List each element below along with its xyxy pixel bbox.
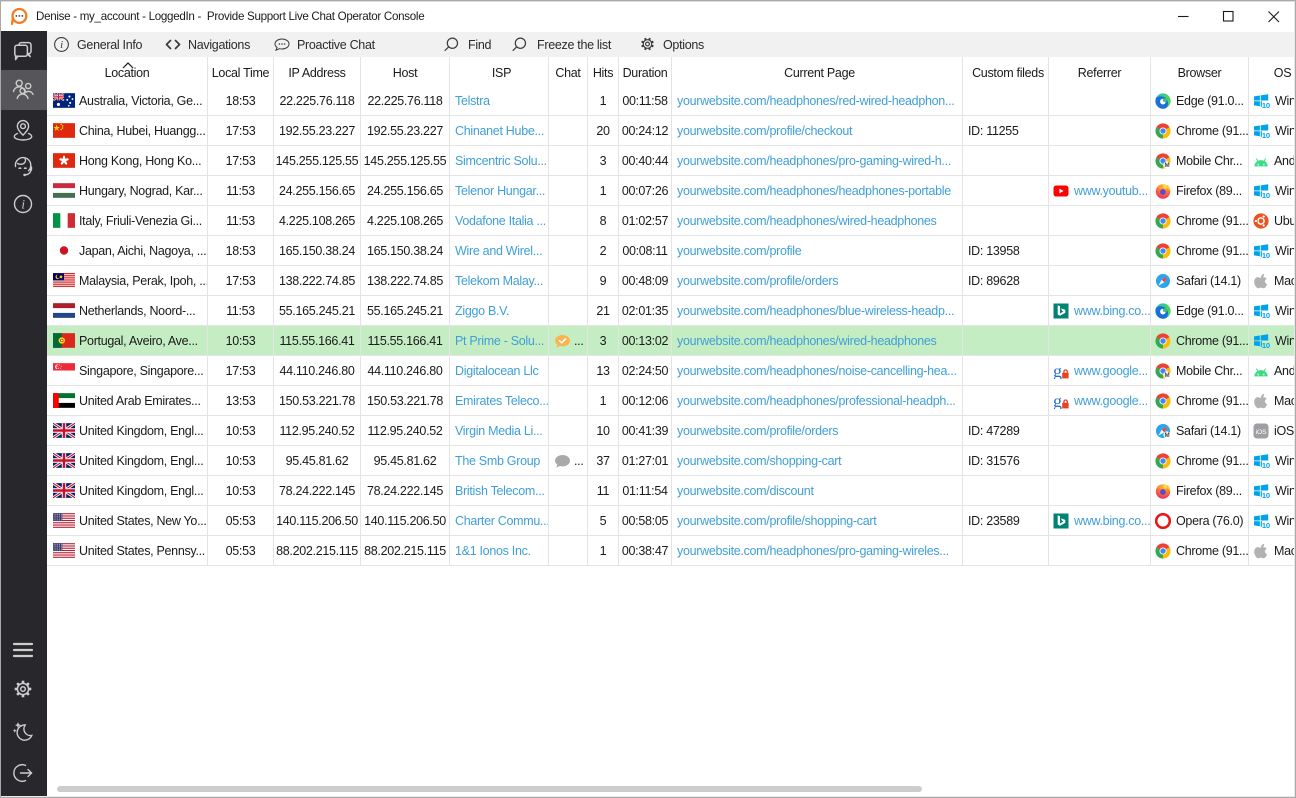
svg-text:10: 10 xyxy=(1262,341,1270,349)
svg-text:10: 10 xyxy=(1262,251,1270,259)
svg-text:g: g xyxy=(1053,363,1062,379)
svg-text:10: 10 xyxy=(1262,131,1270,139)
svg-text:10: 10 xyxy=(1262,191,1270,199)
svg-text:g: g xyxy=(1053,393,1062,409)
svg-text:10: 10 xyxy=(1262,101,1270,109)
svg-text:i: i xyxy=(21,197,25,212)
svg-text:M: M xyxy=(1164,432,1169,439)
svg-text:10: 10 xyxy=(1262,311,1270,319)
svg-text:iOS: iOS xyxy=(1256,428,1267,435)
svg-text:i: i xyxy=(60,39,63,51)
svg-text:M: M xyxy=(1164,162,1169,169)
svg-text:10: 10 xyxy=(1262,461,1270,469)
svg-text:M: M xyxy=(1164,372,1169,379)
svg-text:10: 10 xyxy=(1262,521,1270,529)
svg-text:10: 10 xyxy=(1262,491,1270,499)
